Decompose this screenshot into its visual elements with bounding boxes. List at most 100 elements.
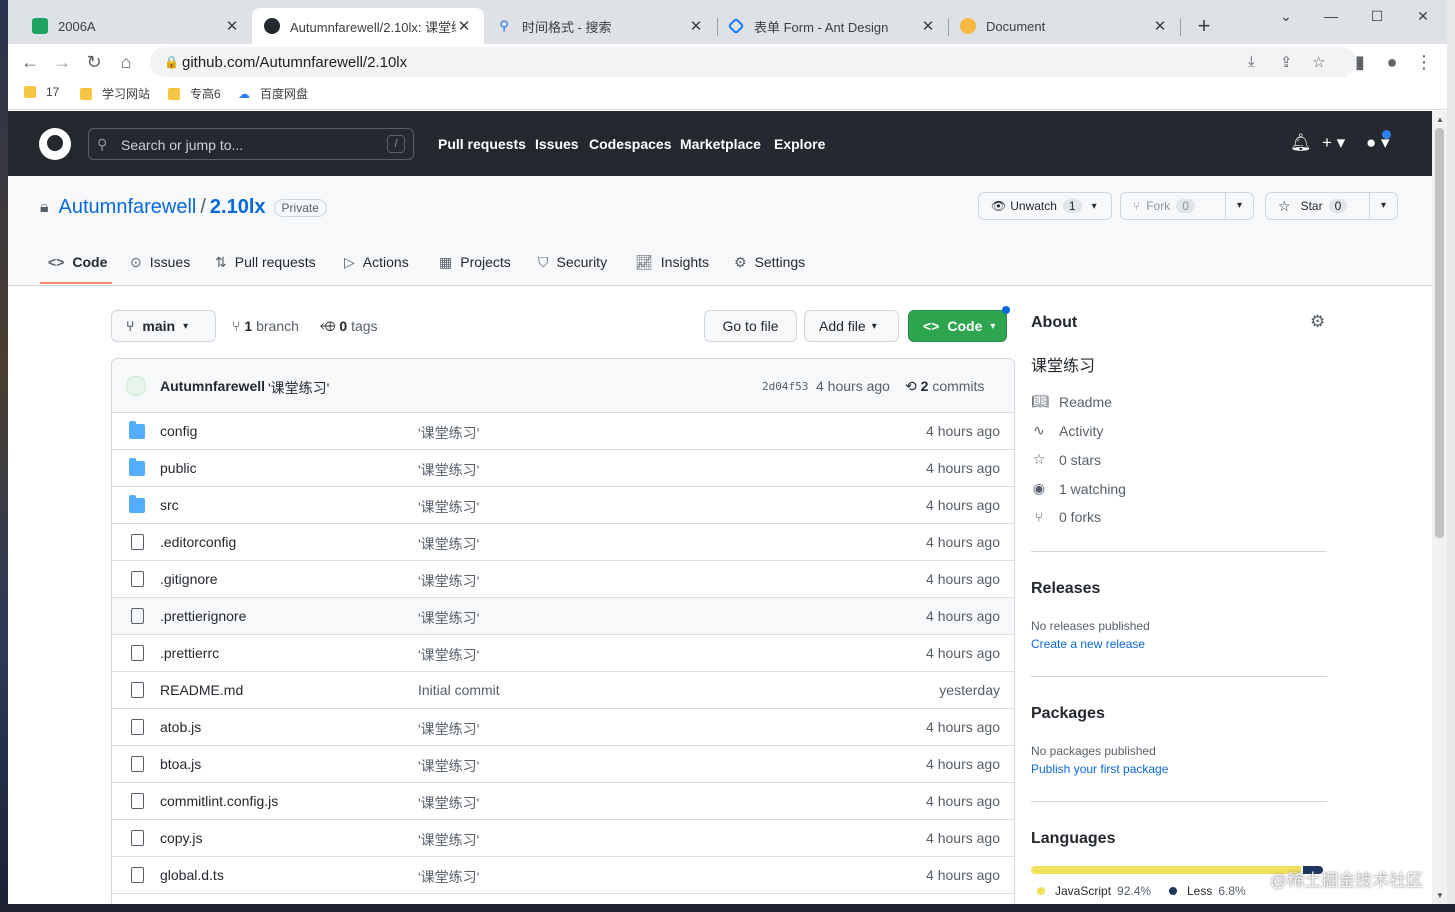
- tab-projects[interactable]: ▦ Projects: [439, 252, 511, 272]
- profile-avatar-icon[interactable]: ●: [1380, 50, 1404, 74]
- file-commit-message-link[interactable]: '课堂练习': [418, 645, 479, 665]
- file-commit-message-link[interactable]: '课堂练习': [418, 756, 479, 776]
- tab-2006a[interactable]: 2006A ✕: [20, 8, 252, 44]
- home-button[interactable]: ⌂: [114, 50, 138, 74]
- file-commit-message-link[interactable]: '课堂练习': [418, 497, 479, 517]
- unwatch-button[interactable]: 👁︎ Unwatch 1 ▾: [978, 192, 1112, 220]
- file-commit-message-link[interactable]: '课堂练习': [418, 793, 479, 813]
- bell-icon[interactable]: 🔔︎: [1290, 133, 1312, 153]
- file-commit-message-link[interactable]: Initial commit: [418, 682, 500, 698]
- file-name-link[interactable]: config: [160, 423, 197, 439]
- language-less[interactable]: Less 6.8%: [1169, 884, 1246, 898]
- file-name-link[interactable]: btoa.js: [160, 756, 201, 772]
- tags-link[interactable]: ⬲ 0 tags: [320, 318, 378, 335]
- nav-marketplace[interactable]: Marketplace: [680, 136, 761, 152]
- scroll-down-arrow-icon[interactable]: ▼: [1436, 891, 1444, 900]
- bookmark-folder-zhuangao6[interactable]: 专高6: [168, 85, 221, 102]
- tab-github-repo[interactable]: Autumnfarewell/2.10lx: 课堂练 ✕: [252, 8, 484, 44]
- bookmark-baidu-pan[interactable]: ☁ 百度网盘: [238, 85, 308, 102]
- star-label[interactable]: Star: [1301, 199, 1323, 213]
- repo-owner-link[interactable]: Autumnfarewell: [59, 196, 197, 219]
- tab-settings[interactable]: ⚙ Settings: [734, 252, 805, 272]
- bookmark-folder-17[interactable]: 17: [24, 85, 59, 99]
- reload-button[interactable]: ↻: [82, 50, 106, 74]
- tab-bing-search[interactable]: ⚲ 时间格式 - 搜索 ✕: [484, 8, 716, 44]
- file-name-link[interactable]: .editorconfig: [160, 534, 236, 550]
- file-commit-message-link[interactable]: '课堂练习': [418, 423, 479, 443]
- create-new-icon[interactable]: + ▾: [1322, 133, 1345, 153]
- watching-link[interactable]: ◉ 1 watching: [1031, 480, 1126, 497]
- close-window-button[interactable]: ✕: [1400, 4, 1446, 28]
- fork-label[interactable]: Fork: [1146, 199, 1170, 213]
- create-release-link[interactable]: Create a new release: [1031, 637, 1145, 651]
- branches-link[interactable]: ⑂ 1 branch: [232, 318, 299, 334]
- close-icon[interactable]: ✕: [920, 17, 936, 35]
- side-panel-icon[interactable]: ▮: [1348, 50, 1372, 74]
- file-name-link[interactable]: src: [160, 497, 179, 513]
- star-dropdown-chevron-icon[interactable]: ▾: [1369, 193, 1397, 219]
- file-name-link[interactable]: public: [160, 460, 197, 476]
- close-icon[interactable]: ✕: [688, 17, 704, 35]
- commit-message-link[interactable]: '课堂练习': [268, 378, 329, 398]
- add-file-button[interactable]: Add file ▾: [804, 310, 899, 342]
- close-icon[interactable]: ✕: [1152, 17, 1168, 35]
- search-input[interactable]: ⚲ Search or jump to... /: [88, 128, 414, 160]
- commits-link[interactable]: ⟲ 2 commits: [905, 378, 984, 395]
- minimize-button[interactable]: —: [1308, 4, 1354, 28]
- file-name-link[interactable]: README.md: [160, 682, 243, 698]
- tab-search-icon[interactable]: ⌄: [1263, 4, 1309, 28]
- nav-issues[interactable]: Issues: [535, 136, 579, 152]
- bookmark-folder-study[interactable]: 学习网站: [80, 85, 150, 102]
- share-icon[interactable]: ⇪: [1280, 53, 1293, 71]
- activity-link[interactable]: ∿ Activity: [1031, 422, 1103, 439]
- readme-link[interactable]: 📖︎ Readme: [1031, 393, 1112, 410]
- scrollbar-thumb[interactable]: [1435, 128, 1444, 538]
- publish-package-link[interactable]: Publish your first package: [1031, 762, 1168, 776]
- repo-name-link[interactable]: 2.10lx: [210, 196, 266, 219]
- commit-author-link[interactable]: Autumnfarewell: [160, 378, 265, 394]
- tab-actions[interactable]: ▷ Actions: [344, 252, 409, 272]
- file-name-link[interactable]: copy.js: [160, 830, 203, 846]
- close-icon[interactable]: ✕: [224, 17, 240, 35]
- releases-heading[interactable]: Releases: [1031, 580, 1100, 598]
- file-commit-message-link[interactable]: '课堂练习': [418, 608, 479, 628]
- nav-codespaces[interactable]: Codespaces: [589, 136, 671, 152]
- install-icon[interactable]: ⤓: [1248, 53, 1255, 70]
- nav-pull-requests[interactable]: Pull requests: [438, 136, 526, 152]
- tab-document[interactable]: Document ✕: [948, 8, 1180, 44]
- forward-button[interactable]: →: [50, 50, 74, 74]
- commit-sha-link[interactable]: 2d04f53: [762, 380, 808, 393]
- go-to-file-button[interactable]: Go to file: [704, 310, 797, 342]
- tab-ant-design[interactable]: 表单 Form - Ant Design ✕: [716, 8, 948, 44]
- tab-code[interactable]: <> Code: [48, 252, 107, 272]
- url-text[interactable]: github.com/Autumnfarewell/2.10lx: [182, 54, 407, 71]
- tab-security[interactable]: ⛉ Security: [538, 252, 607, 272]
- bookmark-star-icon[interactable]: ☆: [1312, 53, 1325, 71]
- author-avatar[interactable]: [126, 376, 146, 396]
- tab-pull-requests[interactable]: ⇅ Pull requests: [215, 252, 316, 272]
- new-tab-button[interactable]: +: [1190, 12, 1218, 40]
- packages-heading[interactable]: Packages: [1031, 705, 1105, 723]
- gear-icon[interactable]: ⚙: [1310, 312, 1325, 332]
- stars-link[interactable]: ☆ 0 stars: [1031, 451, 1101, 468]
- maximize-button[interactable]: ☐: [1354, 4, 1400, 28]
- file-commit-message-link[interactable]: '课堂练习': [418, 830, 479, 850]
- close-icon[interactable]: ✕: [456, 17, 472, 35]
- back-button[interactable]: ←: [18, 50, 42, 74]
- tab-issues[interactable]: ⊙ Issues: [130, 252, 190, 272]
- file-commit-message-link[interactable]: '课堂练习': [418, 460, 479, 480]
- file-commit-message-link[interactable]: '课堂练习': [418, 719, 479, 739]
- file-name-link[interactable]: .gitignore: [160, 571, 218, 587]
- file-name-link[interactable]: commitlint.config.js: [160, 793, 278, 809]
- menu-kebab-icon[interactable]: ⋮: [1412, 50, 1436, 74]
- nav-explore[interactable]: Explore: [774, 136, 825, 152]
- file-commit-message-link[interactable]: '课堂练习': [418, 571, 479, 591]
- code-button[interactable]: <> Code ▾: [908, 310, 1007, 342]
- file-name-link[interactable]: .prettierignore: [160, 608, 246, 624]
- file-name-link[interactable]: .prettierrc: [160, 645, 219, 661]
- scroll-up-arrow-icon[interactable]: ▲: [1436, 115, 1444, 124]
- address-bar[interactable]: 🔒 github.com/Autumnfarewell/2.10lx ⤓ ⇪ ☆: [150, 47, 1356, 77]
- tab-insights[interactable]: 📈︎ Insights: [635, 252, 709, 272]
- file-commit-message-link[interactable]: '课堂练习': [418, 867, 479, 887]
- file-name-link[interactable]: atob.js: [160, 719, 201, 735]
